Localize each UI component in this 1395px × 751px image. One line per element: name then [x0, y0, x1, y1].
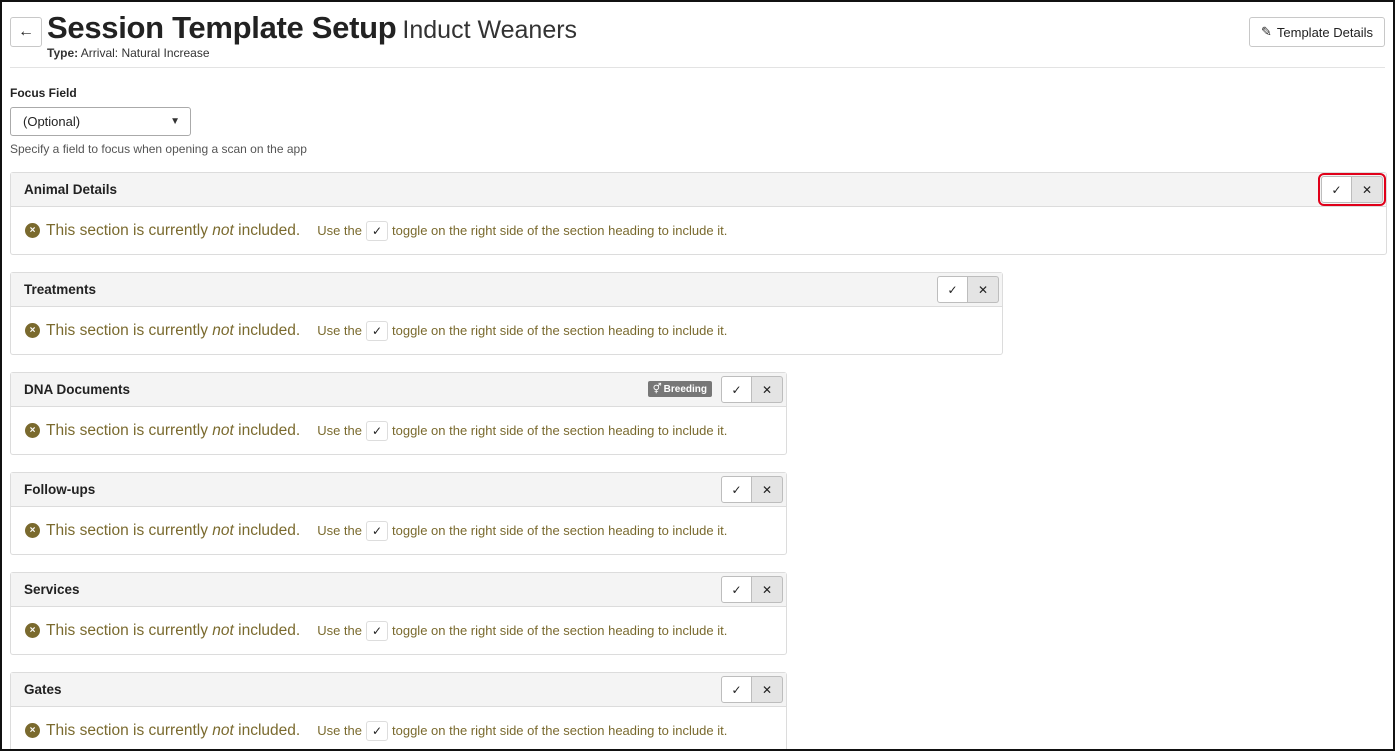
- page-title-main: Session Template Setup: [47, 10, 397, 45]
- section-notice: × This section is currently not included…: [11, 707, 786, 749]
- x-circle-icon: ×: [25, 723, 40, 738]
- page-title-sub: Induct Weaners: [402, 16, 578, 44]
- notice-hint: Use the ✓ toggle on the right side of the …: [317, 520, 727, 541]
- section-heading: Follow-ups ✓ ✕: [11, 473, 786, 507]
- include-toggle-button[interactable]: ✓: [721, 576, 752, 603]
- check-icon: ✓: [1331, 182, 1342, 197]
- close-icon: ✕: [1361, 182, 1373, 197]
- x-circle-icon: ×: [25, 323, 40, 338]
- include-toggle-button[interactable]: ✓: [721, 476, 752, 503]
- exclude-toggle-button[interactable]: ✕: [752, 676, 783, 703]
- notice-hint: Use the ✓ toggle on the right side of the …: [317, 220, 727, 241]
- include-toggle-button[interactable]: ✓: [721, 676, 752, 703]
- section-gates: Gates ✓ ✕ × This section is currently no…: [10, 672, 787, 749]
- section-services: Services ✓ ✕ × This section is currently…: [10, 572, 787, 655]
- check-icon: ✓: [366, 620, 388, 641]
- section-notice: × This section is currently not included…: [11, 307, 1002, 354]
- check-icon: ✓: [366, 320, 388, 341]
- notice-hint: Use the ✓ toggle on the right side of the …: [317, 720, 727, 741]
- exclude-toggle-button[interactable]: ✕: [968, 276, 999, 303]
- section-treatments: Treatments ✓ ✕ × This section is current…: [10, 272, 1003, 355]
- notice-text: This section is currently not included.: [46, 321, 301, 339]
- close-icon: ✕: [761, 682, 773, 697]
- section-toggle: ✓ ✕: [721, 376, 783, 403]
- close-icon: ✕: [761, 582, 773, 597]
- section-heading: Gates ✓ ✕: [11, 673, 786, 707]
- pencil-icon: ✎: [1260, 24, 1272, 39]
- focus-field-label: Focus Field: [10, 86, 77, 100]
- page-header: ← Session Template Setup Induct Weaners T…: [10, 10, 1385, 68]
- template-type-label: Type:: [47, 46, 79, 60]
- section-notice: × This section is currently not included…: [11, 507, 786, 554]
- template-details-label: Template Details: [1276, 24, 1373, 40]
- section-toggle: ✓ ✕: [721, 676, 783, 703]
- x-circle-icon: ×: [25, 423, 40, 438]
- close-icon: ✕: [761, 382, 773, 397]
- section-heading: DNA Documents ⚥ Breeding ✓ ✕: [11, 373, 786, 407]
- focus-field-select[interactable]: (Optional) ▼: [10, 107, 191, 136]
- close-icon: ✕: [977, 282, 989, 297]
- template-details-button[interactable]: ✎ Template Details: [1248, 17, 1385, 47]
- notice-hint: Use the ✓ toggle on the right side of the …: [317, 320, 727, 341]
- notice-text: This section is currently not included.: [46, 621, 301, 639]
- include-toggle-button[interactable]: ✓: [721, 376, 752, 403]
- focus-field-selected: (Optional): [23, 114, 81, 129]
- arrow-left-icon: ←: [18, 23, 34, 40]
- notice-hint: Use the ✓ toggle on the right side of the …: [317, 420, 727, 441]
- notice-text: This section is currently not included.: [46, 421, 301, 439]
- check-icon: ✓: [731, 482, 742, 497]
- exclude-toggle-button[interactable]: ✕: [752, 376, 783, 403]
- breeding-badge-label: Breeding: [663, 383, 707, 395]
- notice-text: This section is currently not included.: [46, 221, 301, 239]
- back-button[interactable]: ←: [10, 17, 42, 47]
- check-icon: ✓: [366, 720, 388, 741]
- check-icon: ✓: [366, 520, 388, 541]
- exclude-toggle-button[interactable]: ✕: [752, 576, 783, 603]
- section-heading: Services ✓ ✕: [11, 573, 786, 607]
- section-heading: Animal Details ✓ ✕: [11, 173, 1386, 207]
- page-title: Session Template Setup Induct Weaners: [47, 10, 577, 46]
- x-circle-icon: ×: [25, 623, 40, 638]
- include-toggle-button[interactable]: ✓: [1321, 176, 1352, 203]
- x-circle-icon: ×: [25, 223, 40, 238]
- notice-text: This section is currently not included.: [46, 721, 301, 739]
- section-toggle: ✓ ✕: [721, 476, 783, 503]
- include-toggle-button[interactable]: ✓: [937, 276, 968, 303]
- notice-hint: Use the ✓ toggle on the right side of the …: [317, 620, 727, 641]
- chevron-down-icon: ▼: [170, 116, 180, 127]
- check-icon: ✓: [947, 282, 958, 297]
- template-type-value: Arrival: Natural Increase: [80, 46, 210, 60]
- section-title: Services: [24, 582, 80, 597]
- section-toggle: ✓ ✕: [937, 276, 999, 303]
- section-heading: Treatments ✓ ✕: [11, 273, 1002, 307]
- section-notice: × This section is currently not included…: [11, 407, 786, 454]
- section-notice: × This section is currently not included…: [11, 607, 786, 654]
- section-toggle: ✓ ✕: [1318, 173, 1386, 206]
- section-title: Gates: [24, 682, 62, 697]
- template-type: Type: Arrival: Natural Increase: [47, 46, 210, 60]
- focus-field-help: Specify a field to focus when opening a …: [10, 142, 307, 156]
- exclude-toggle-button[interactable]: ✕: [752, 476, 783, 503]
- section-title: DNA Documents: [24, 382, 131, 397]
- section-title: Follow-ups: [24, 482, 96, 497]
- gender-icon: ⚥: [652, 383, 662, 395]
- check-icon: ✓: [366, 220, 388, 241]
- section-title: Treatments: [24, 282, 97, 297]
- check-icon: ✓: [731, 382, 742, 397]
- app-frame: ← Session Template Setup Induct Weaners T…: [0, 0, 1395, 751]
- section-notice: × This section is currently not included…: [11, 207, 1386, 254]
- x-circle-icon: ×: [25, 523, 40, 538]
- notice-text: This section is currently not included.: [46, 521, 301, 539]
- section-title: Animal Details: [24, 182, 118, 197]
- section-follow-ups: Follow-ups ✓ ✕ × This section is current…: [10, 472, 787, 555]
- check-icon: ✓: [731, 582, 742, 597]
- check-icon: ✓: [366, 420, 388, 441]
- check-icon: ✓: [731, 682, 742, 697]
- exclude-toggle-button[interactable]: ✕: [1352, 176, 1383, 203]
- section-toggle: ✓ ✕: [721, 576, 783, 603]
- section-animal-details: Animal Details ✓ ✕ × This section is cur…: [10, 172, 1387, 255]
- section-dna-documents: DNA Documents ⚥ Breeding ✓ ✕ × This sect…: [10, 372, 787, 455]
- breeding-badge: ⚥ Breeding: [647, 381, 712, 397]
- close-icon: ✕: [761, 482, 773, 497]
